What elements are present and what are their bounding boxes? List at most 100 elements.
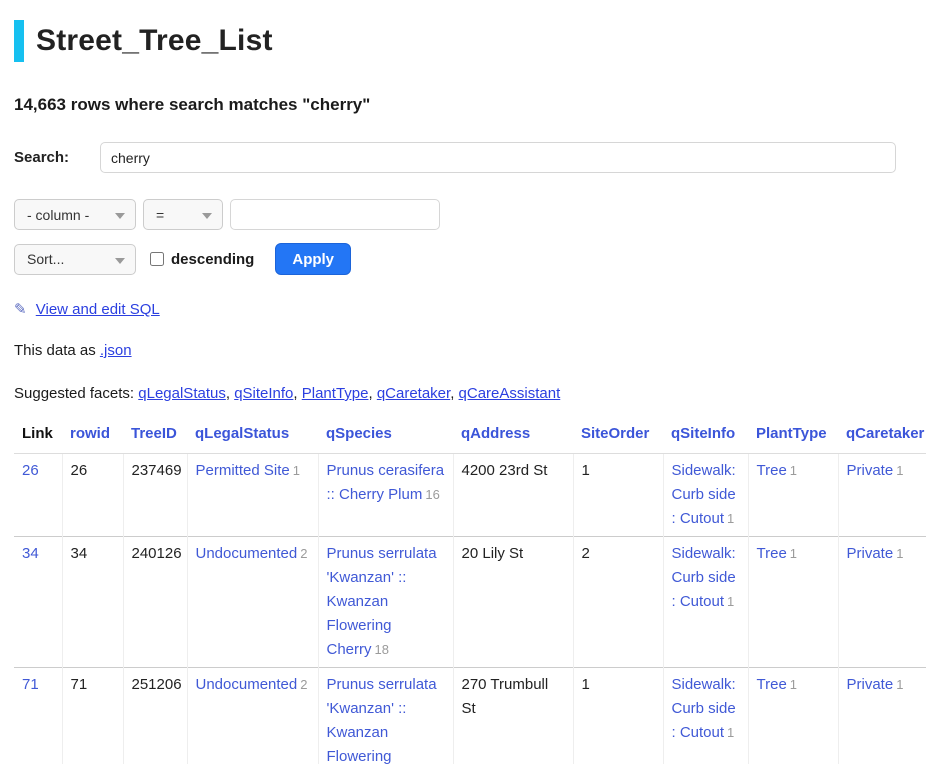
filter-value-input[interactable] [230,199,440,230]
column-header-qcaretaker[interactable]: qCaretaker [838,417,926,454]
column-select-value: - column - [27,207,89,223]
facet-value-link[interactable]: Permitted Site [196,462,290,479]
sort-link[interactable]: qSiteInfo [671,425,735,442]
cell-rowid: 71 [62,668,123,764]
filter-row: - column - = [14,199,926,230]
row-link[interactable]: 34 [22,545,39,562]
search-form: Search: [14,142,926,173]
column-header-rowid[interactable]: rowid [62,417,123,454]
cell-qcaretaker: Private1 [838,454,926,537]
facet-value-link[interactable]: Private [847,462,894,479]
operator-select[interactable]: = [143,199,223,230]
facet-value-link[interactable]: Undocumented [196,676,298,693]
cell-planttype: Tree1 [748,537,838,668]
row-count-summary: 14,663 rows where search matches "cherry… [14,95,926,115]
column-header-siteorder[interactable]: SiteOrder [573,417,663,454]
cell-qaddress: 4200 23rd St [453,454,573,537]
sort-link[interactable]: PlantType [756,425,827,442]
chevron-down-icon [202,213,212,219]
facet-link-qcareassistant[interactable]: qCareAssistant [459,385,561,402]
facet-value-link[interactable]: Private [847,676,894,693]
sort-select[interactable]: Sort... [14,244,136,275]
column-header-qaddress[interactable]: qAddress [453,417,573,454]
facet-value-link[interactable]: Undocumented [196,545,298,562]
sort-link[interactable]: qSpecies [326,425,392,442]
data-table-wrap: Link rowid TreeID qLegalStatus qSpecies … [14,417,926,764]
data-export-row: This data as .json [14,342,926,359]
table-header-row: Link rowid TreeID qLegalStatus qSpecies … [14,417,926,454]
sort-link[interactable]: SiteOrder [581,425,649,442]
facet-value-link[interactable]: Tree [757,676,787,693]
page-title: Street_Tree_List [36,20,273,62]
facet-count: 1 [896,463,903,478]
column-header-qsiteinfo[interactable]: qSiteInfo [663,417,748,454]
sort-link[interactable]: qAddress [461,425,530,442]
facet-link-planttype[interactable]: PlantType [302,385,369,402]
cell-qaddress: 270 Trumbull St [453,668,573,764]
cell-qsiteinfo: Sidewalk: Curb side : Cutout1 [663,537,748,668]
cell-rowid: 26 [62,454,123,537]
json-export-link[interactable]: .json [100,342,132,359]
facet-count: 1 [790,463,797,478]
facet-count: 2 [300,677,307,692]
cell-qlegalstatus: Permitted Site1 [187,454,318,537]
facet-count: 16 [425,487,439,502]
cell-qspecies: Prunus cerasifera :: Cherry Plum16 [318,454,453,537]
facet-separator: , [226,385,230,402]
facets-prefix: Suggested facets: [14,385,134,402]
cell-qlegalstatus: Undocumented2 [187,668,318,764]
column-header-qlegalstatus[interactable]: qLegalStatus [187,417,318,454]
facet-link-qcaretaker[interactable]: qCaretaker [377,385,450,402]
sort-link[interactable]: rowid [70,425,110,442]
cell-siteorder: 1 [573,668,663,764]
cell-qcaretaker: Private1 [838,668,926,764]
page-header: Street_Tree_List [14,20,926,62]
data-as-label: This data as [14,342,96,359]
facet-link-qlegalstatus[interactable]: qLegalStatus [138,385,226,402]
apply-button[interactable]: Apply [275,243,351,275]
cell-qsiteinfo: Sidewalk: Curb side : Cutout1 [663,454,748,537]
facet-count: 1 [727,511,734,526]
chevron-down-icon [115,213,125,219]
sort-link[interactable]: qLegalStatus [195,425,289,442]
column-header-planttype[interactable]: PlantType [748,417,838,454]
view-edit-sql-link[interactable]: View and edit SQL [36,301,160,318]
facet-separator: , [368,385,372,402]
facet-value-link[interactable]: Prunus serrulata 'Kwanzan' :: Kwanzan Fl… [327,676,437,764]
sort-link[interactable]: qCaretaker [846,425,924,442]
facet-count: 1 [293,463,300,478]
row-link[interactable]: 26 [22,462,39,479]
facet-count: 1 [790,546,797,561]
search-label: Search: [14,149,100,166]
cell-siteorder: 2 [573,537,663,668]
cell-qsiteinfo: Sidewalk: Curb side : Cutout1 [663,668,748,764]
facet-count: 1 [896,546,903,561]
facet-separator: , [293,385,297,402]
table-row: 26 26 237469 Permitted Site1 Prunus cera… [14,454,926,537]
cell-link: 34 [14,537,62,668]
descending-option: descending [150,251,254,268]
cell-planttype: Tree1 [748,668,838,764]
column-select[interactable]: - column - [14,199,136,230]
facet-count: 1 [896,677,903,692]
facet-link-qsiteinfo[interactable]: qSiteInfo [234,385,293,402]
column-header-qspecies[interactable]: qSpecies [318,417,453,454]
row-link[interactable]: 71 [22,676,39,693]
facet-count: 1 [727,725,734,740]
accent-bar [14,20,24,62]
facet-value-link[interactable]: Tree [757,462,787,479]
facet-value-link[interactable]: Private [847,545,894,562]
cell-siteorder: 1 [573,454,663,537]
sort-link[interactable]: TreeID [131,425,177,442]
cell-qaddress: 20 Lily St [453,537,573,668]
sort-select-value: Sort... [27,251,64,267]
descending-checkbox[interactable] [150,252,164,266]
search-input[interactable] [100,142,896,173]
cell-treeid: 251206 [123,668,187,764]
cell-treeid: 240126 [123,537,187,668]
cell-link: 26 [14,454,62,537]
facet-value-link[interactable]: Tree [757,545,787,562]
operator-select-value: = [156,207,164,223]
column-header-treeid[interactable]: TreeID [123,417,187,454]
cell-rowid: 34 [62,537,123,668]
